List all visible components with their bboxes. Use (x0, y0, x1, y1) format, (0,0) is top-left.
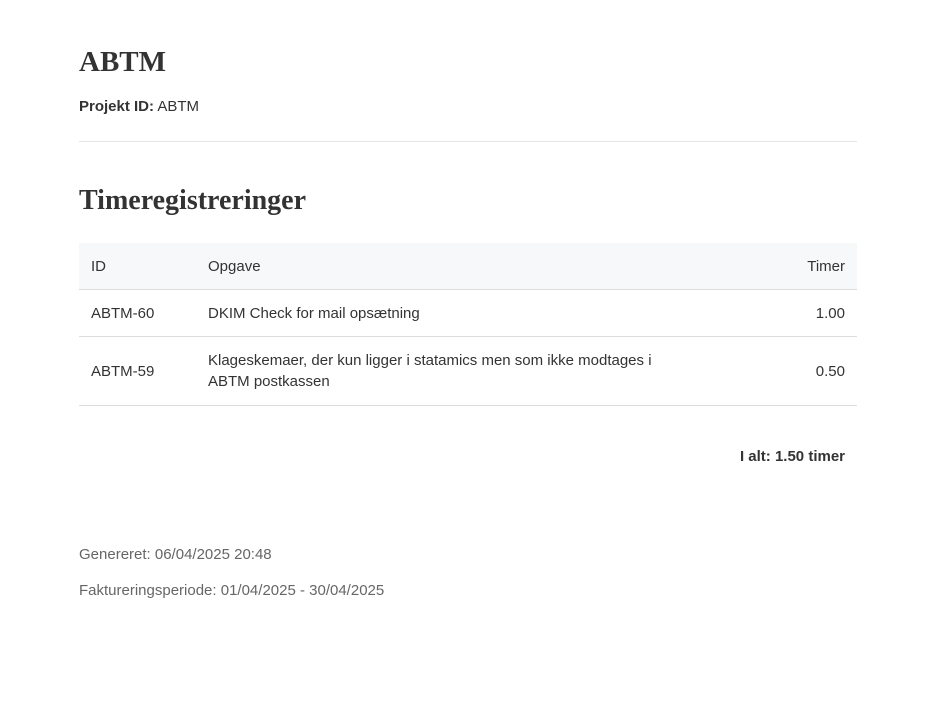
row-id: ABTM-60 (79, 289, 196, 337)
table-row: ABTM-59 Klageskemaer, der kun ligger i s… (79, 336, 857, 406)
total-hours: I alt: 1.50 timer (739, 448, 845, 465)
row-id: ABTM-59 (79, 336, 196, 406)
time-entries-table: ID Opgave Timer ABTM-60 DKIM Check for m… (79, 243, 857, 406)
header-task: Opgave (196, 243, 753, 290)
generated-timestamp: Genereret: 06/04/2025 20:48 (79, 546, 272, 563)
project-id: Projekt ID: ABTM (79, 97, 199, 117)
project-title: ABTM (79, 46, 166, 78)
project-id-label: Projekt ID: (79, 98, 155, 115)
table-row: ABTM-60 DKIM Check for mail opsætning 1.… (79, 289, 857, 337)
row-task: DKIM Check for mail opsætning (196, 289, 753, 337)
row-hours: 1.00 (753, 289, 857, 337)
divider (79, 141, 857, 142)
section-title: Timeregistreringer (79, 185, 307, 216)
table-header-row: ID Opgave Timer (79, 243, 857, 290)
row-hours: 0.50 (753, 336, 857, 406)
header-hours: Timer (753, 243, 857, 290)
row-task: Klageskemaer, der kun ligger i statamics… (196, 336, 753, 406)
header-id: ID (79, 243, 196, 290)
billing-period: Faktureringsperiode: 01/04/2025 - 30/04/… (79, 582, 385, 599)
project-id-value: ABTM (157, 98, 200, 115)
